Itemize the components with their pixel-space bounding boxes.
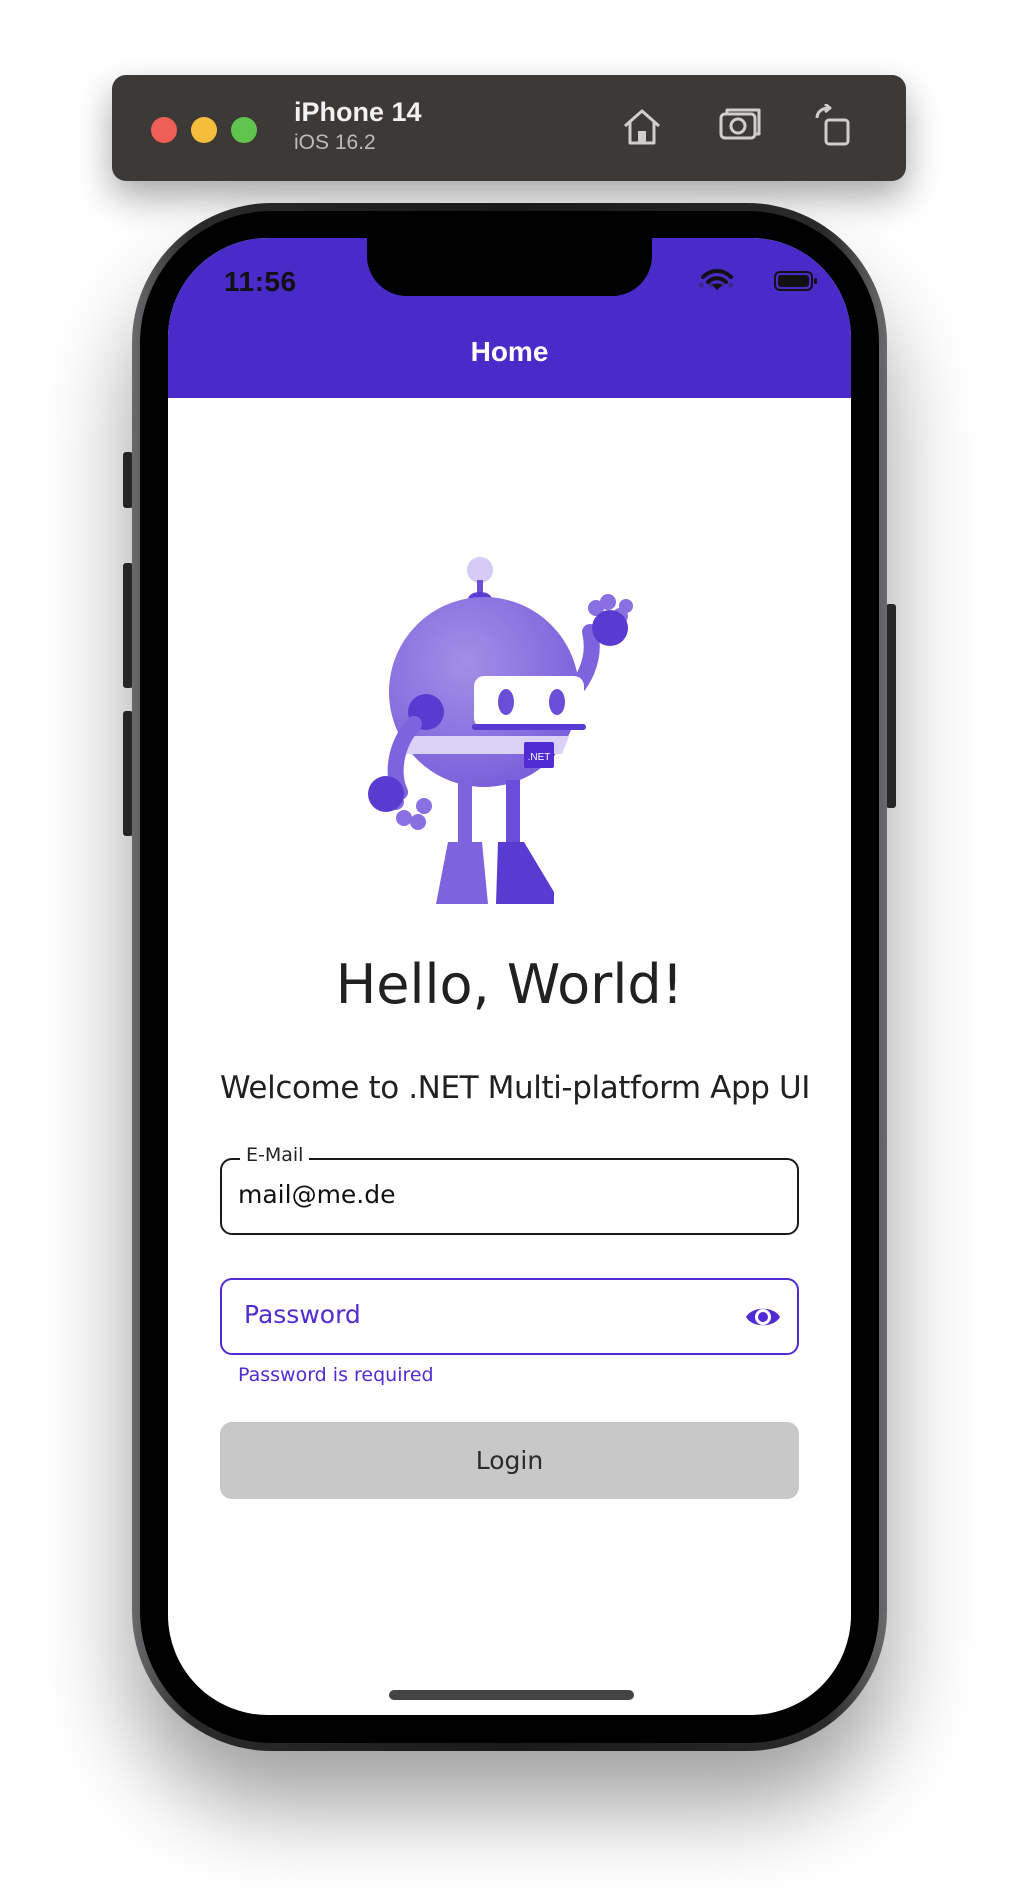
zoom-window-button[interactable]	[231, 117, 257, 143]
battery-icon	[774, 271, 817, 291]
login-button[interactable]: Login	[220, 1422, 799, 1499]
minimize-window-button[interactable]	[191, 117, 217, 143]
device-name: iPhone 14	[294, 97, 422, 127]
eye-icon[interactable]	[745, 1302, 781, 1332]
power-button	[886, 604, 896, 808]
dotnet-badge-text: .NET	[528, 752, 551, 763]
home-icon[interactable]	[619, 104, 665, 150]
wifi-icon	[701, 269, 733, 290]
close-window-button[interactable]	[151, 117, 177, 143]
password-field[interactable]: Password	[220, 1278, 799, 1355]
welcome-text: Welcome to .NET Multi-platform App UI	[220, 1070, 811, 1106]
hello-heading: Hello, World!	[335, 953, 684, 1016]
email-label: E-Mail	[240, 1144, 310, 1166]
dynamic-notch	[367, 238, 652, 296]
os-version: iOS 16.2	[294, 131, 376, 154]
password-placeholder: Password	[244, 1300, 361, 1329]
password-error-text: Password is required	[238, 1364, 434, 1386]
dotnet-bot-image: .NET	[368, 557, 633, 904]
page-title: Home	[470, 336, 549, 367]
status-time: 11:56	[224, 266, 297, 297]
rotate-icon[interactable]	[811, 102, 857, 150]
email-field[interactable]: E-Mail mail@me.de	[220, 1144, 799, 1235]
home-indicator[interactable]	[389, 1690, 634, 1700]
app-screen: 11:56 Home .NET Hello, World! Welcome to…	[168, 238, 851, 1715]
screenshot-icon[interactable]	[718, 104, 764, 150]
email-value[interactable]: mail@me.de	[238, 1180, 396, 1209]
